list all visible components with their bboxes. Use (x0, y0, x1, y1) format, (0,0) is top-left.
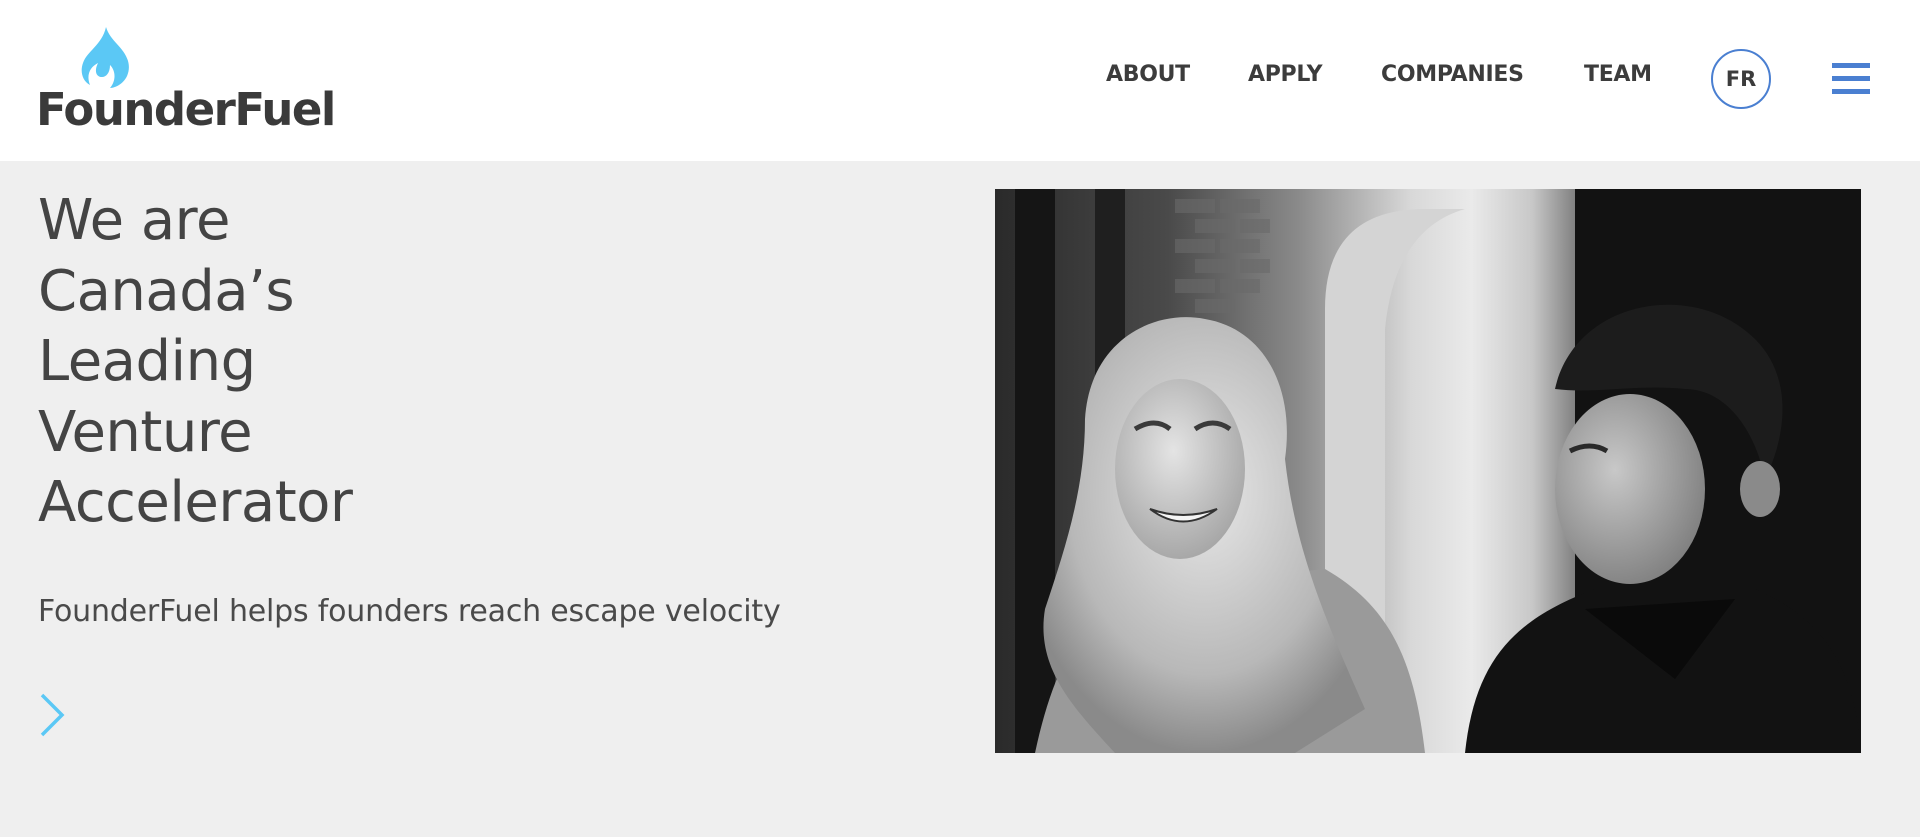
headline-line: Canada’s (38, 258, 295, 324)
nav-apply[interactable]: APPLY (1248, 62, 1323, 87)
hero-headline: We are Canada’s Leading Venture Accelera… (38, 186, 353, 539)
language-toggle-button[interactable]: FR (1711, 49, 1771, 109)
headline-line: Leading (38, 329, 256, 394)
headline-line: We are (38, 188, 230, 253)
nav-team[interactable]: TEAM (1584, 62, 1652, 87)
flame-icon (81, 27, 129, 88)
hero-tagline: FounderFuel helps founders reach escape … (38, 594, 781, 629)
nav-about[interactable]: ABOUT (1106, 62, 1190, 87)
hero-photo (995, 189, 1861, 753)
founderfuel-logo[interactable]: FounderFuel (36, 27, 336, 137)
logo-wordmark: FounderFuel (36, 83, 336, 136)
photo-of-founders (995, 189, 1861, 753)
chevron-right-icon[interactable] (36, 690, 70, 740)
headline-line: Venture (38, 399, 253, 465)
headline-line: Accelerator (38, 470, 353, 535)
nav-companies[interactable]: COMPANIES (1381, 62, 1524, 87)
hamburger-menu-icon[interactable] (1832, 63, 1870, 95)
site-header: FounderFuel ABOUT APPLY COMPANIES TEAM F… (0, 0, 1920, 161)
